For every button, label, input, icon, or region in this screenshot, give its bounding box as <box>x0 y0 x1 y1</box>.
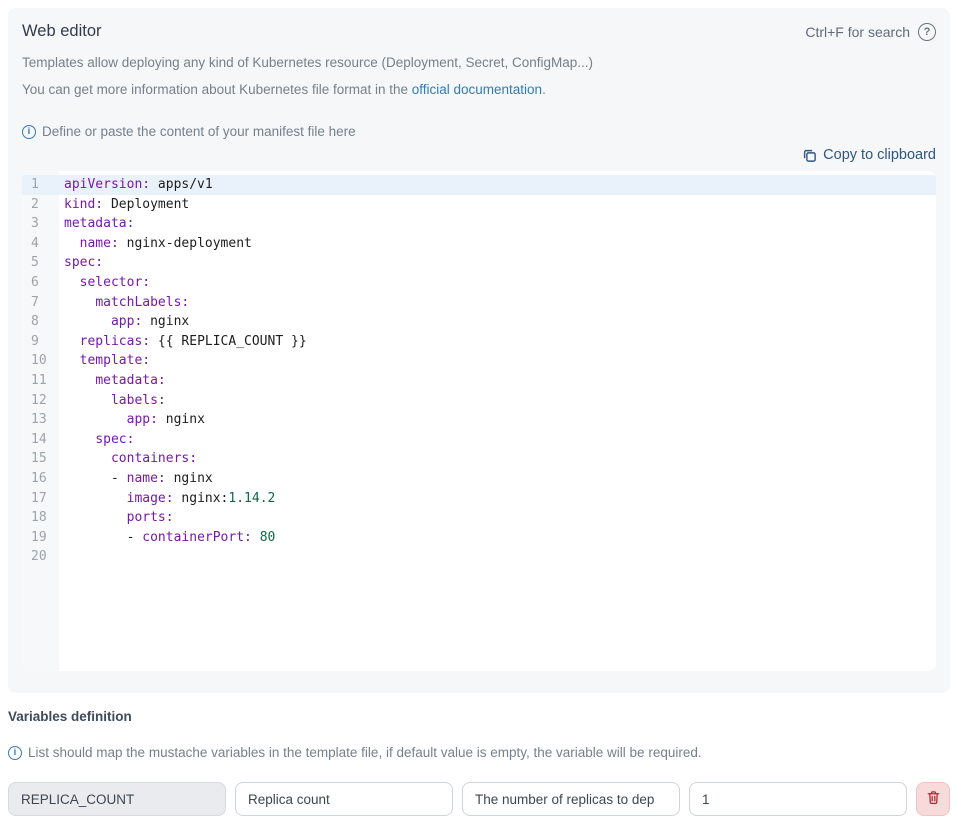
code-line[interactable]: template: <box>59 351 936 371</box>
line-number: 17 <box>22 489 59 509</box>
variables-title: Variables definition <box>8 709 950 724</box>
line-number: 12 <box>22 391 59 411</box>
code-line[interactable]: containers: <box>59 449 936 469</box>
code-line[interactable]: kind: Deployment <box>59 195 936 215</box>
line-number: 8 <box>22 312 59 332</box>
copy-icon <box>802 148 817 163</box>
editor-code[interactable]: apiVersion: apps/v1kind: Deploymentmetad… <box>59 171 936 671</box>
code-line[interactable]: spec: <box>59 253 936 273</box>
page-title: Web editor <box>22 22 102 41</box>
line-number: 18 <box>22 508 59 528</box>
copy-row: Copy to clipboard <box>22 147 936 163</box>
code-line[interactable] <box>59 547 936 567</box>
line-number: 19 <box>22 528 59 548</box>
line-number: 5 <box>22 253 59 273</box>
variables-note-text: List should map the mustache variables i… <box>28 745 702 760</box>
line-number: 2 <box>22 195 59 215</box>
copy-label: Copy to clipboard <box>823 147 936 163</box>
editor-gutter: 1234567891011121314151617181920 <box>22 171 59 671</box>
line-number: 1 <box>22 175 59 195</box>
line-number: 7 <box>22 293 59 313</box>
help-icon[interactable]: ? <box>918 23 936 41</box>
line-number: 14 <box>22 430 59 450</box>
line-number: 4 <box>22 234 59 254</box>
line-number: 10 <box>22 351 59 371</box>
line-number: 13 <box>22 410 59 430</box>
code-line[interactable]: app: nginx <box>59 410 936 430</box>
code-line[interactable]: app: nginx <box>59 312 936 332</box>
code-line[interactable]: matchLabels: <box>59 293 936 313</box>
line-number: 20 <box>22 547 59 567</box>
panel-header: Web editor Ctrl+F for search ? <box>22 22 936 41</box>
code-line[interactable]: - name: nginx <box>59 469 936 489</box>
code-editor[interactable]: 1234567891011121314151617181920 apiVersi… <box>22 171 936 671</box>
editor-note-text: Define or paste the content of your mani… <box>42 124 356 139</box>
code-line[interactable]: name: nginx-deployment <box>59 234 936 254</box>
description-line-1: Templates allow deploying any kind of Ku… <box>22 53 936 73</box>
copy-to-clipboard-button[interactable]: Copy to clipboard <box>802 147 936 163</box>
code-line[interactable]: labels: <box>59 391 936 411</box>
line-number: 16 <box>22 469 59 489</box>
variable-label-input[interactable] <box>235 782 453 816</box>
code-line[interactable]: selector: <box>59 273 936 293</box>
line-number: 3 <box>22 214 59 234</box>
line-number: 15 <box>22 449 59 469</box>
variables-note: i List should map the mustache variables… <box>8 745 950 760</box>
variables-section: Variables definition i List should map t… <box>0 709 958 816</box>
line-number: 9 <box>22 332 59 352</box>
variable-name-input[interactable] <box>8 782 226 816</box>
code-line[interactable]: spec: <box>59 430 936 450</box>
variable-description-input[interactable] <box>462 782 680 816</box>
code-line[interactable]: image: nginx:1.14.2 <box>59 489 936 509</box>
code-line[interactable]: metadata: <box>59 214 936 234</box>
code-line[interactable]: apiVersion: apps/v1 <box>59 175 936 195</box>
code-line[interactable]: metadata: <box>59 371 936 391</box>
code-line[interactable]: ports: <box>59 508 936 528</box>
info-icon: i <box>22 125 36 139</box>
official-documentation-link[interactable]: official documentation <box>412 82 542 97</box>
code-line[interactable]: - containerPort: 80 <box>59 528 936 548</box>
editor-note: i Define or paste the content of your ma… <box>22 124 936 139</box>
delete-variable-button[interactable] <box>916 782 950 816</box>
info-icon: i <box>8 746 22 760</box>
variable-row <box>8 782 950 816</box>
search-hint-label: Ctrl+F for search <box>805 24 910 40</box>
line-number: 11 <box>22 371 59 391</box>
web-editor-panel: Web editor Ctrl+F for search ? Templates… <box>8 8 950 693</box>
line-number: 6 <box>22 273 59 293</box>
trash-icon <box>926 790 941 808</box>
search-hint: Ctrl+F for search ? <box>805 23 936 41</box>
code-line[interactable]: replicas: {{ REPLICA_COUNT }} <box>59 332 936 352</box>
variable-default-input[interactable] <box>689 782 907 816</box>
description-line-2: You can get more information about Kuber… <box>22 80 936 100</box>
